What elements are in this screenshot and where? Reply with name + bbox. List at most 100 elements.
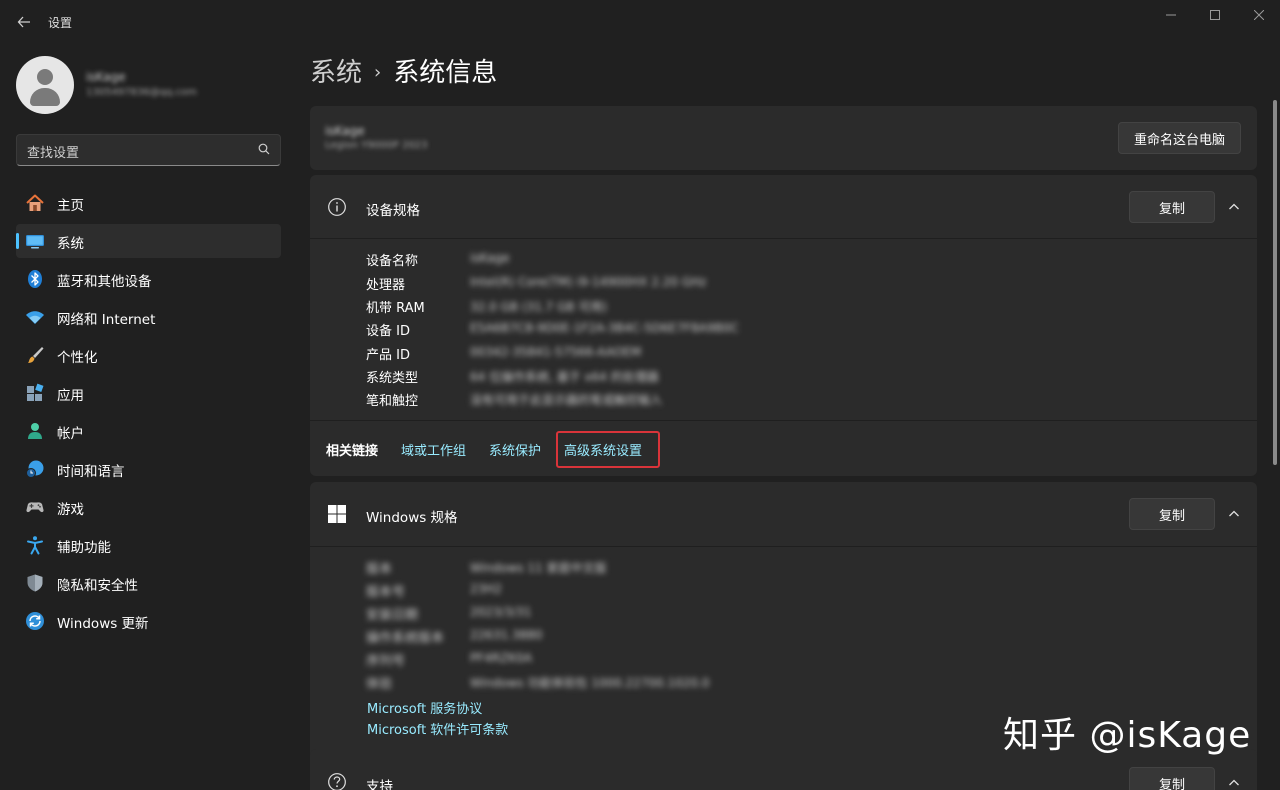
copy-device-specs-button[interactable]: 复制 <box>1129 191 1215 223</box>
chevron-up-icon[interactable] <box>1224 197 1244 217</box>
help-icon <box>326 771 348 790</box>
spec-label: 安装日期 <box>366 608 419 623</box>
title-bar: 设置 <box>0 0 1280 44</box>
sidebar-item-system[interactable]: 系统 <box>16 224 281 258</box>
apps-icon <box>25 383 45 403</box>
user-email: 1305497836@qq.com <box>86 87 197 98</box>
pc-name: isKage <box>325 124 365 138</box>
windows-specs-title: Windows 规格 <box>366 510 458 526</box>
sidebar-nav: 主页 系统 蓝牙和其他设备 网络和 Internet 个性化 应用 帐户 时间和… <box>16 186 281 642</box>
search-placeholder: 查找设置 <box>27 146 80 161</box>
bluetooth-icon <box>25 269 45 289</box>
divider <box>310 238 1257 239</box>
sidebar-item-network[interactable]: 网络和 Internet <box>16 300 281 334</box>
spec-value: isKage <box>470 251 510 265</box>
spec-label: 设备名称 <box>366 254 419 269</box>
system-protection-link[interactable]: 系统保护 <box>489 440 541 459</box>
microsoft-license-terms-link[interactable]: Microsoft 软件许可条款 <box>367 719 508 738</box>
spec-value: Intel(R) Core(TM) i9-14900HX 2.20 GHz <box>470 275 707 289</box>
spec-label: 版本号 <box>366 585 406 600</box>
chevron-up-icon[interactable] <box>1224 773 1244 790</box>
brush-icon <box>25 345 45 365</box>
spec-value: 00342-35841-57566-AAOEM <box>470 345 642 359</box>
close-button[interactable] <box>1236 4 1280 26</box>
sidebar-item-apps[interactable]: 应用 <box>16 376 281 410</box>
spec-value: Windows 功能体验包 1000.22700.1020.0 <box>470 676 710 690</box>
related-links-label: 相关链接 <box>326 444 379 459</box>
spec-label: 设备 ID <box>366 324 410 339</box>
sidebar-item-label: 个性化 <box>57 350 98 366</box>
sidebar-item-windows-update[interactable]: Windows 更新 <box>16 604 281 638</box>
sidebar-item-label: 网络和 Internet <box>57 312 156 328</box>
sidebar-item-label: 应用 <box>57 388 84 404</box>
minimize-button[interactable] <box>1148 4 1194 26</box>
sidebar-item-bluetooth[interactable]: 蓝牙和其他设备 <box>16 262 281 296</box>
breadcrumb: 系统 › 系统信息 <box>310 52 497 89</box>
close-icon <box>1254 10 1264 20</box>
divider <box>310 420 1257 421</box>
avatar[interactable] <box>16 56 74 114</box>
sidebar: isKage 1305497836@qq.com 查找设置 主页 系统 蓝牙和其… <box>0 44 298 790</box>
spec-label: 系统类型 <box>366 371 419 386</box>
shield-icon <box>25 573 45 593</box>
sidebar-item-label: 游戏 <box>57 502 84 518</box>
pc-model: Legion Y9000P 2023 <box>325 140 428 151</box>
spec-label: 序列号 <box>366 654 406 669</box>
copy-support-button[interactable]: 复制 <box>1129 767 1215 790</box>
spec-label: 产品 ID <box>366 348 410 363</box>
wifi-icon <box>25 307 45 327</box>
breadcrumb-separator: › <box>374 62 382 83</box>
sidebar-item-gaming[interactable]: 游戏 <box>16 490 281 524</box>
maximize-button[interactable] <box>1192 4 1238 26</box>
arrow-left-icon <box>17 16 30 28</box>
search-input[interactable]: 查找设置 <box>16 134 281 166</box>
maximize-icon <box>1210 10 1220 20</box>
back-button[interactable] <box>10 8 38 36</box>
sidebar-item-accessibility[interactable]: 辅助功能 <box>16 528 281 562</box>
spec-value: 32.0 GB (31.7 GB 可用) <box>470 300 608 314</box>
system-icon <box>25 231 45 251</box>
breadcrumb-parent[interactable]: 系统 <box>310 58 362 88</box>
advanced-system-settings-link[interactable]: 高级系统设置 <box>564 440 642 459</box>
spec-label: 操作系统版本 <box>366 631 445 646</box>
scrollbar[interactable] <box>1273 100 1277 465</box>
sidebar-item-accounts[interactable]: 帐户 <box>16 414 281 448</box>
rename-pc-button[interactable]: 重命名这台电脑 <box>1118 122 1241 154</box>
globe-clock-icon <box>25 459 45 479</box>
accessibility-icon <box>25 535 45 555</box>
pc-name-card: isKage Legion Y9000P 2023 重命名这台电脑 <box>310 106 1257 170</box>
selected-indicator <box>16 233 19 249</box>
sidebar-item-label: Windows 更新 <box>57 616 149 632</box>
sidebar-item-label: 蓝牙和其他设备 <box>57 274 152 290</box>
copy-windows-specs-button[interactable]: 复制 <box>1129 498 1215 530</box>
spec-value: 23H2 <box>470 582 502 596</box>
domain-workgroup-link[interactable]: 域或工作组 <box>401 440 466 459</box>
sidebar-item-privacy[interactable]: 隐私和安全性 <box>16 566 281 600</box>
update-icon <box>25 611 45 631</box>
sidebar-item-personalization[interactable]: 个性化 <box>16 338 281 372</box>
sidebar-item-label: 帐户 <box>57 426 84 442</box>
spec-label: 笔和触控 <box>366 394 419 409</box>
account-icon <box>25 421 45 441</box>
spec-value: E5A6B7C8-9D0E-1F2A-3B4C-5D6E7F8A9B0C <box>470 321 739 335</box>
microsoft-services-agreement-link[interactable]: Microsoft 服务协议 <box>367 698 482 717</box>
sidebar-item-label: 时间和语言 <box>57 464 125 480</box>
spec-value: 2023/3/31 <box>470 605 532 619</box>
watermark: 知乎 @isKage <box>1003 715 1252 756</box>
sidebar-item-time-language[interactable]: 时间和语言 <box>16 452 281 486</box>
app-title: 设置 <box>48 16 73 30</box>
sidebar-item-home[interactable]: 主页 <box>16 186 281 220</box>
chevron-up-icon[interactable] <box>1224 504 1244 524</box>
info-icon <box>326 196 348 218</box>
spec-value: 没有可用于此显示器的笔或触控输入 <box>470 393 663 407</box>
sidebar-item-label: 系统 <box>57 236 84 252</box>
spec-label: 处理器 <box>366 278 406 293</box>
spec-label: 体验 <box>366 677 393 692</box>
spec-label: 机带 RAM <box>366 301 425 316</box>
home-icon <box>25 193 45 213</box>
spec-value: PF4RZK0A <box>470 651 533 665</box>
sidebar-item-label: 主页 <box>57 198 84 214</box>
spec-value: 22631.3880 <box>470 628 543 642</box>
spec-label: 版本 <box>366 562 393 577</box>
windows-logo-icon <box>326 503 348 525</box>
